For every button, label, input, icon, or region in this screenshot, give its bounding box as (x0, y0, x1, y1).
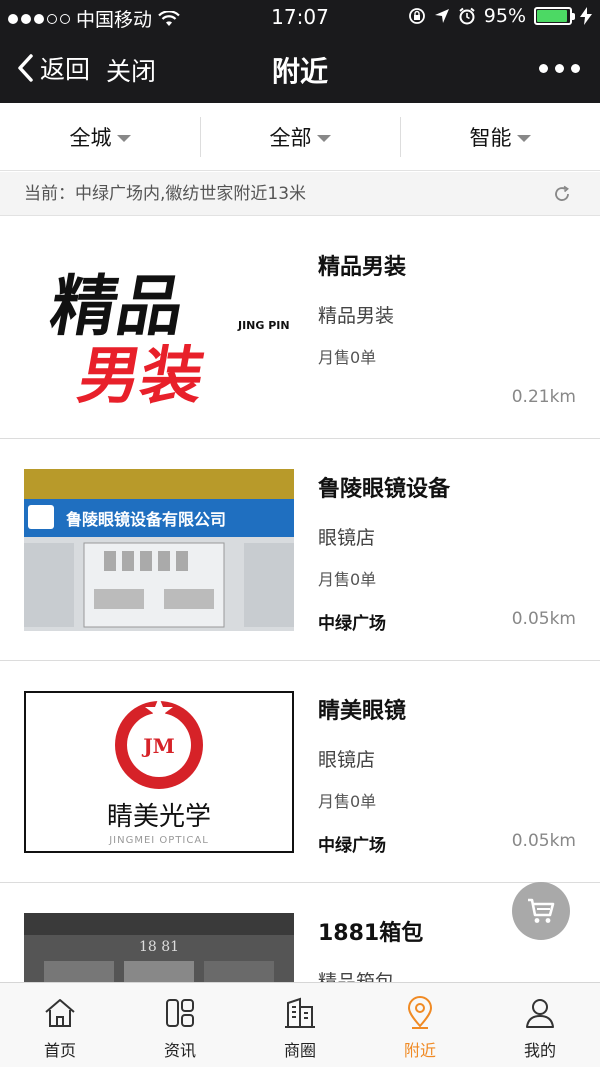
location-pin-icon (407, 996, 433, 1029)
filter-city[interactable]: 全城 (0, 103, 200, 170)
current-location-text: 当前：中绿广场内,徽纺世家附近13米 (24, 184, 307, 204)
alarm-icon (459, 7, 475, 25)
logo-en-text: JINGMEI OPTICAL (108, 835, 209, 846)
location-arrow-icon (434, 9, 449, 23)
building-icon (285, 997, 315, 1028)
store-sales: 月售0单 (318, 348, 377, 367)
filter-bar: 全城 全部 智能 (0, 103, 600, 171)
store-distance: 0.05km (511, 831, 576, 851)
store-name: 鲁陵眼镜设备 (318, 477, 451, 502)
filter-label: 全部 (269, 125, 312, 150)
news-icon (166, 999, 194, 1027)
more-menu-button[interactable] (539, 64, 580, 73)
tab-nearby[interactable]: 附近 (360, 983, 480, 1067)
storefront-image: 鲁陵眼镜设备有限公司 (24, 469, 294, 631)
cart-icon (528, 898, 555, 923)
logo-cn-text: 睛美光学 (107, 802, 211, 832)
tab-profile[interactable]: 我的 (480, 983, 600, 1067)
filter-sort[interactable]: 智能 (400, 103, 600, 170)
store-category: 眼镜店 (318, 527, 376, 549)
store-info: 精品男装 精品男装 月售0单 (318, 249, 576, 368)
filter-label: 智能 (469, 125, 512, 150)
more-dot-icon (555, 64, 564, 73)
logo-side-text: JING PIN (237, 319, 290, 332)
status-bar: 中国移动 17:07 95% (0, 0, 600, 34)
jingpin-logo: 精品 男装 JING PIN (45, 267, 290, 409)
store-name: 精品男装 (318, 255, 407, 280)
charging-icon (580, 7, 592, 25)
logo-text-top: 精品 (45, 267, 191, 344)
rotation-lock-icon (408, 8, 425, 24)
bottom-tab-bar: 首页 资讯 商圈 附近 我的 (0, 982, 600, 1067)
tab-business-district[interactable]: 商圈 (240, 983, 360, 1067)
store-item[interactable]: 鲁陵眼镜设备有限公司 鲁陵眼镜设备 眼镜店 月售0单 中绿广场 0.05km (0, 439, 600, 661)
top-bar: 中国移动 17:07 95% 返回 关闭 附近 (0, 0, 600, 103)
store-name: 睛美眼镜 (318, 699, 407, 724)
battery-icon (534, 7, 575, 25)
more-dot-icon (539, 64, 548, 73)
store-logo-image: 精品 男装 JING PIN (24, 247, 294, 409)
storefront-sign-text: 18 81 (139, 939, 179, 955)
home-icon (45, 999, 75, 1027)
tab-label: 资讯 (163, 1041, 196, 1060)
logo-text-bottom: 男装 (73, 339, 210, 409)
store-category: 眼镜店 (318, 749, 376, 771)
more-dot-icon (571, 64, 580, 73)
refresh-icon[interactable] (552, 184, 572, 204)
logo-badge-text: JM (141, 734, 175, 758)
store-logo-image: JM 睛美光学 JINGMEI OPTICAL (24, 691, 294, 853)
store-area: 中绿广场 (318, 836, 386, 856)
tab-label: 商圈 (283, 1041, 316, 1060)
filter-category[interactable]: 全部 (200, 103, 400, 170)
page-title: 附近 (271, 55, 328, 88)
store-info: 睛美眼镜 眼镜店 月售0单 (318, 693, 576, 812)
filter-label: 全城 (69, 125, 112, 150)
caret-down-icon (116, 134, 131, 142)
jingmei-logo: JM 睛美光学 JINGMEI OPTICAL (107, 697, 211, 846)
store-sales: 月售0单 (318, 570, 377, 589)
store-area: 中绿广场 (318, 614, 386, 634)
current-location-bar: 当前：中绿广场内,徽纺世家附近13米 (0, 172, 600, 216)
store-distance: 0.05km (511, 609, 576, 629)
status-right-group: 95% (408, 5, 592, 27)
tab-label: 附近 (403, 1041, 436, 1060)
cart-button[interactable] (512, 882, 570, 940)
store-info: 鲁陵眼镜设备 眼镜店 月售0单 (318, 471, 576, 590)
store-item[interactable]: JM 睛美光学 JINGMEI OPTICAL 睛美眼镜 眼镜店 月售0单 中绿… (0, 661, 600, 883)
store-photo: 鲁陵眼镜设备有限公司 (24, 469, 294, 631)
navigation-bar: 返回 关闭 附近 (0, 36, 600, 100)
store-item[interactable]: 精品 男装 JING PIN 精品男装 精品男装 月售0单 0.21km (0, 217, 600, 439)
tab-news[interactable]: 资讯 (120, 983, 240, 1067)
user-icon (526, 999, 554, 1028)
tab-label: 我的 (523, 1041, 556, 1060)
tab-label: 首页 (43, 1041, 76, 1060)
storefront-sign-text: 鲁陵眼镜设备有限公司 (65, 510, 226, 529)
store-distance: 0.21km (511, 387, 576, 407)
caret-down-icon (516, 134, 531, 142)
store-category: 精品男装 (318, 305, 395, 327)
battery-percent: 95% (483, 5, 526, 27)
tab-home[interactable]: 首页 (0, 983, 120, 1067)
store-sales: 月售0单 (318, 792, 377, 811)
caret-down-icon (316, 134, 331, 142)
store-list: 精品 男装 JING PIN 精品男装 精品男装 月售0单 0.21km 鲁陵眼… (0, 217, 600, 1067)
